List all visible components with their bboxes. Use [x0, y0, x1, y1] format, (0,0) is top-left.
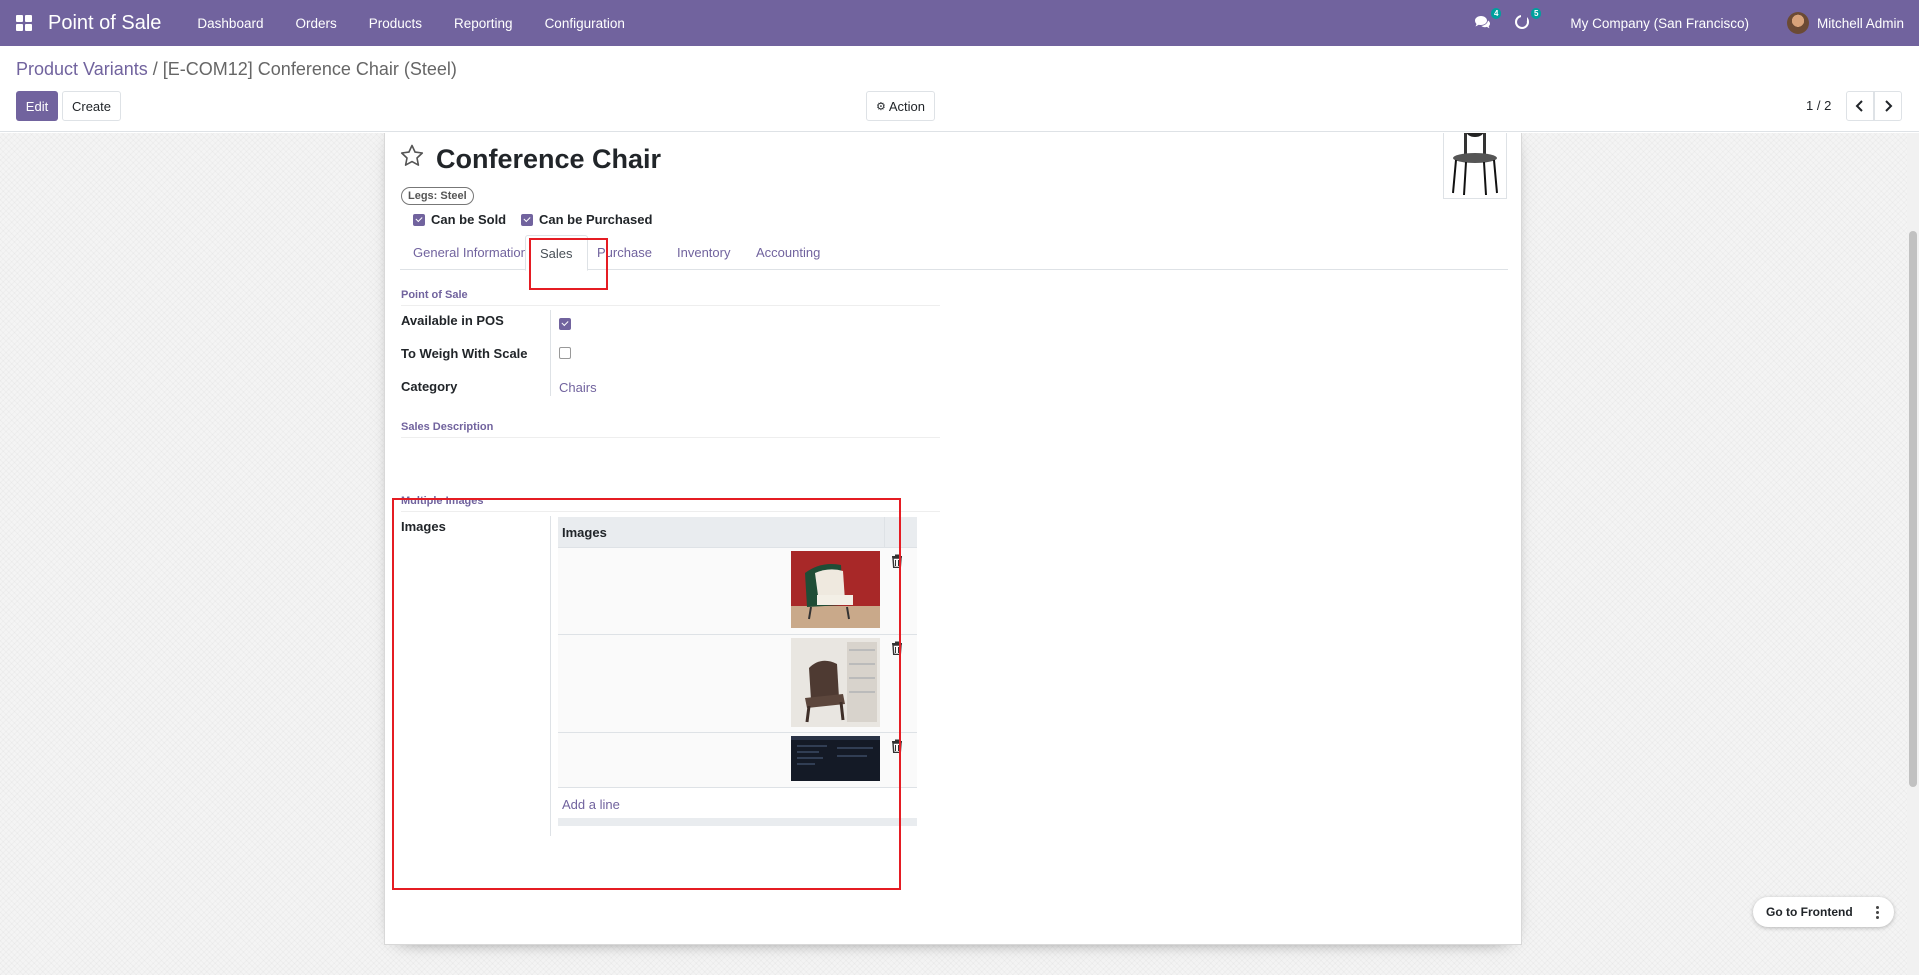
category-link[interactable]: Chairs: [559, 380, 597, 395]
sales-tab-highlight: [529, 238, 608, 290]
menu-orders[interactable]: Orders: [279, 16, 352, 31]
scrollbar-thumb[interactable]: [1909, 231, 1917, 787]
available-in-pos-checkbox[interactable]: [559, 314, 577, 330]
chevron-right-icon: [1885, 100, 1893, 112]
company-switcher[interactable]: My Company (San Francisco): [1570, 16, 1749, 31]
apps-menu-icon[interactable]: [16, 15, 32, 31]
multiple-images-highlight: [392, 498, 901, 890]
vertical-scrollbar[interactable]: [1907, 133, 1919, 975]
breadcrumb-current: [E-COM12] Conference Chair (Steel): [162, 59, 457, 79]
variant-tag: Legs: Steel: [401, 187, 474, 205]
product-image[interactable]: [1443, 133, 1507, 199]
sales-description-title: Sales Description: [401, 421, 940, 438]
chevron-left-icon: [1855, 100, 1863, 112]
action-button[interactable]: ⚙ Action: [866, 91, 935, 121]
menu-products[interactable]: Products: [353, 16, 438, 31]
breadcrumb-product-variants[interactable]: Product Variants: [16, 59, 148, 79]
check-icon: [559, 318, 571, 330]
edit-button[interactable]: Edit: [16, 91, 58, 121]
can-be-sold-checkbox[interactable]: Can be Sold: [413, 212, 506, 227]
available-in-pos-label: Available in POS: [401, 313, 504, 328]
menu-reporting[interactable]: Reporting: [438, 16, 529, 31]
gear-icon: ⚙: [875, 100, 886, 113]
favorite-star-icon[interactable]: [399, 143, 425, 169]
chair-image: [1452, 133, 1498, 196]
user-name: Mitchell Admin: [1816, 15, 1904, 31]
create-button[interactable]: Create: [62, 91, 121, 121]
check-icon: [413, 213, 425, 226]
category-label: Category: [401, 379, 458, 394]
avatar: [1786, 12, 1809, 34]
product-name[interactable]: Conference Chair: [436, 144, 661, 175]
pager-value[interactable]: 1 / 2: [1806, 98, 1831, 113]
menu-configuration[interactable]: Configuration: [529, 16, 641, 31]
go-to-frontend-widget: Go to Frontend: [1753, 897, 1894, 927]
go-to-frontend-button[interactable]: Go to Frontend: [1753, 905, 1865, 919]
tab-general-information[interactable]: General Information: [413, 235, 528, 270]
tab-inventory[interactable]: Inventory: [677, 235, 730, 270]
can-be-sold-label: Can be Sold: [431, 212, 507, 227]
check-icon: [521, 213, 533, 226]
breadcrumb-separator: /: [152, 59, 158, 79]
to-weigh-label: To Weigh With Scale: [401, 346, 528, 361]
can-be-purchased-checkbox[interactable]: Can be Purchased: [521, 212, 652, 227]
user-menu[interactable]: Mitchell Admin: [1786, 12, 1904, 34]
form-view-area: Conference Chair Legs: Steel Can be Sold…: [0, 133, 1907, 975]
top-navbar: Point of Sale Dashboard Orders Products …: [0, 0, 1919, 46]
tab-accounting[interactable]: Accounting: [756, 235, 820, 270]
pager-previous-button[interactable]: [1846, 91, 1874, 121]
systray: 4 5 My Company (San Francisco) Mitchell …: [1474, 8, 1919, 34]
field-divider: [550, 310, 551, 396]
action-label: Action: [888, 98, 925, 114]
can-be-purchased-label: Can be Purchased: [539, 212, 653, 227]
form-sheet: Conference Chair Legs: Steel Can be Sold…: [384, 133, 1522, 945]
breadcrumb: Product Variants / [E-COM12] Conference …: [16, 59, 457, 80]
menu-dashboard[interactable]: Dashboard: [181, 16, 279, 31]
pos-group-title: Point of Sale: [401, 289, 940, 306]
app-name[interactable]: Point of Sale: [48, 12, 161, 35]
to-weigh-checkbox[interactable]: [559, 347, 577, 362]
main-menu: Dashboard Orders Products Reporting Conf…: [181, 16, 640, 31]
kebab-menu-icon[interactable]: [1865, 899, 1891, 925]
messages-icon[interactable]: 4: [1474, 8, 1502, 32]
pager-next-button[interactable]: [1874, 91, 1902, 121]
activities-badge: 5: [1530, 8, 1542, 19]
activities-icon[interactable]: 5: [1514, 8, 1542, 32]
messages-badge: 4: [1490, 8, 1502, 19]
control-panel: Product Variants / [E-COM12] Conference …: [0, 46, 1919, 132]
